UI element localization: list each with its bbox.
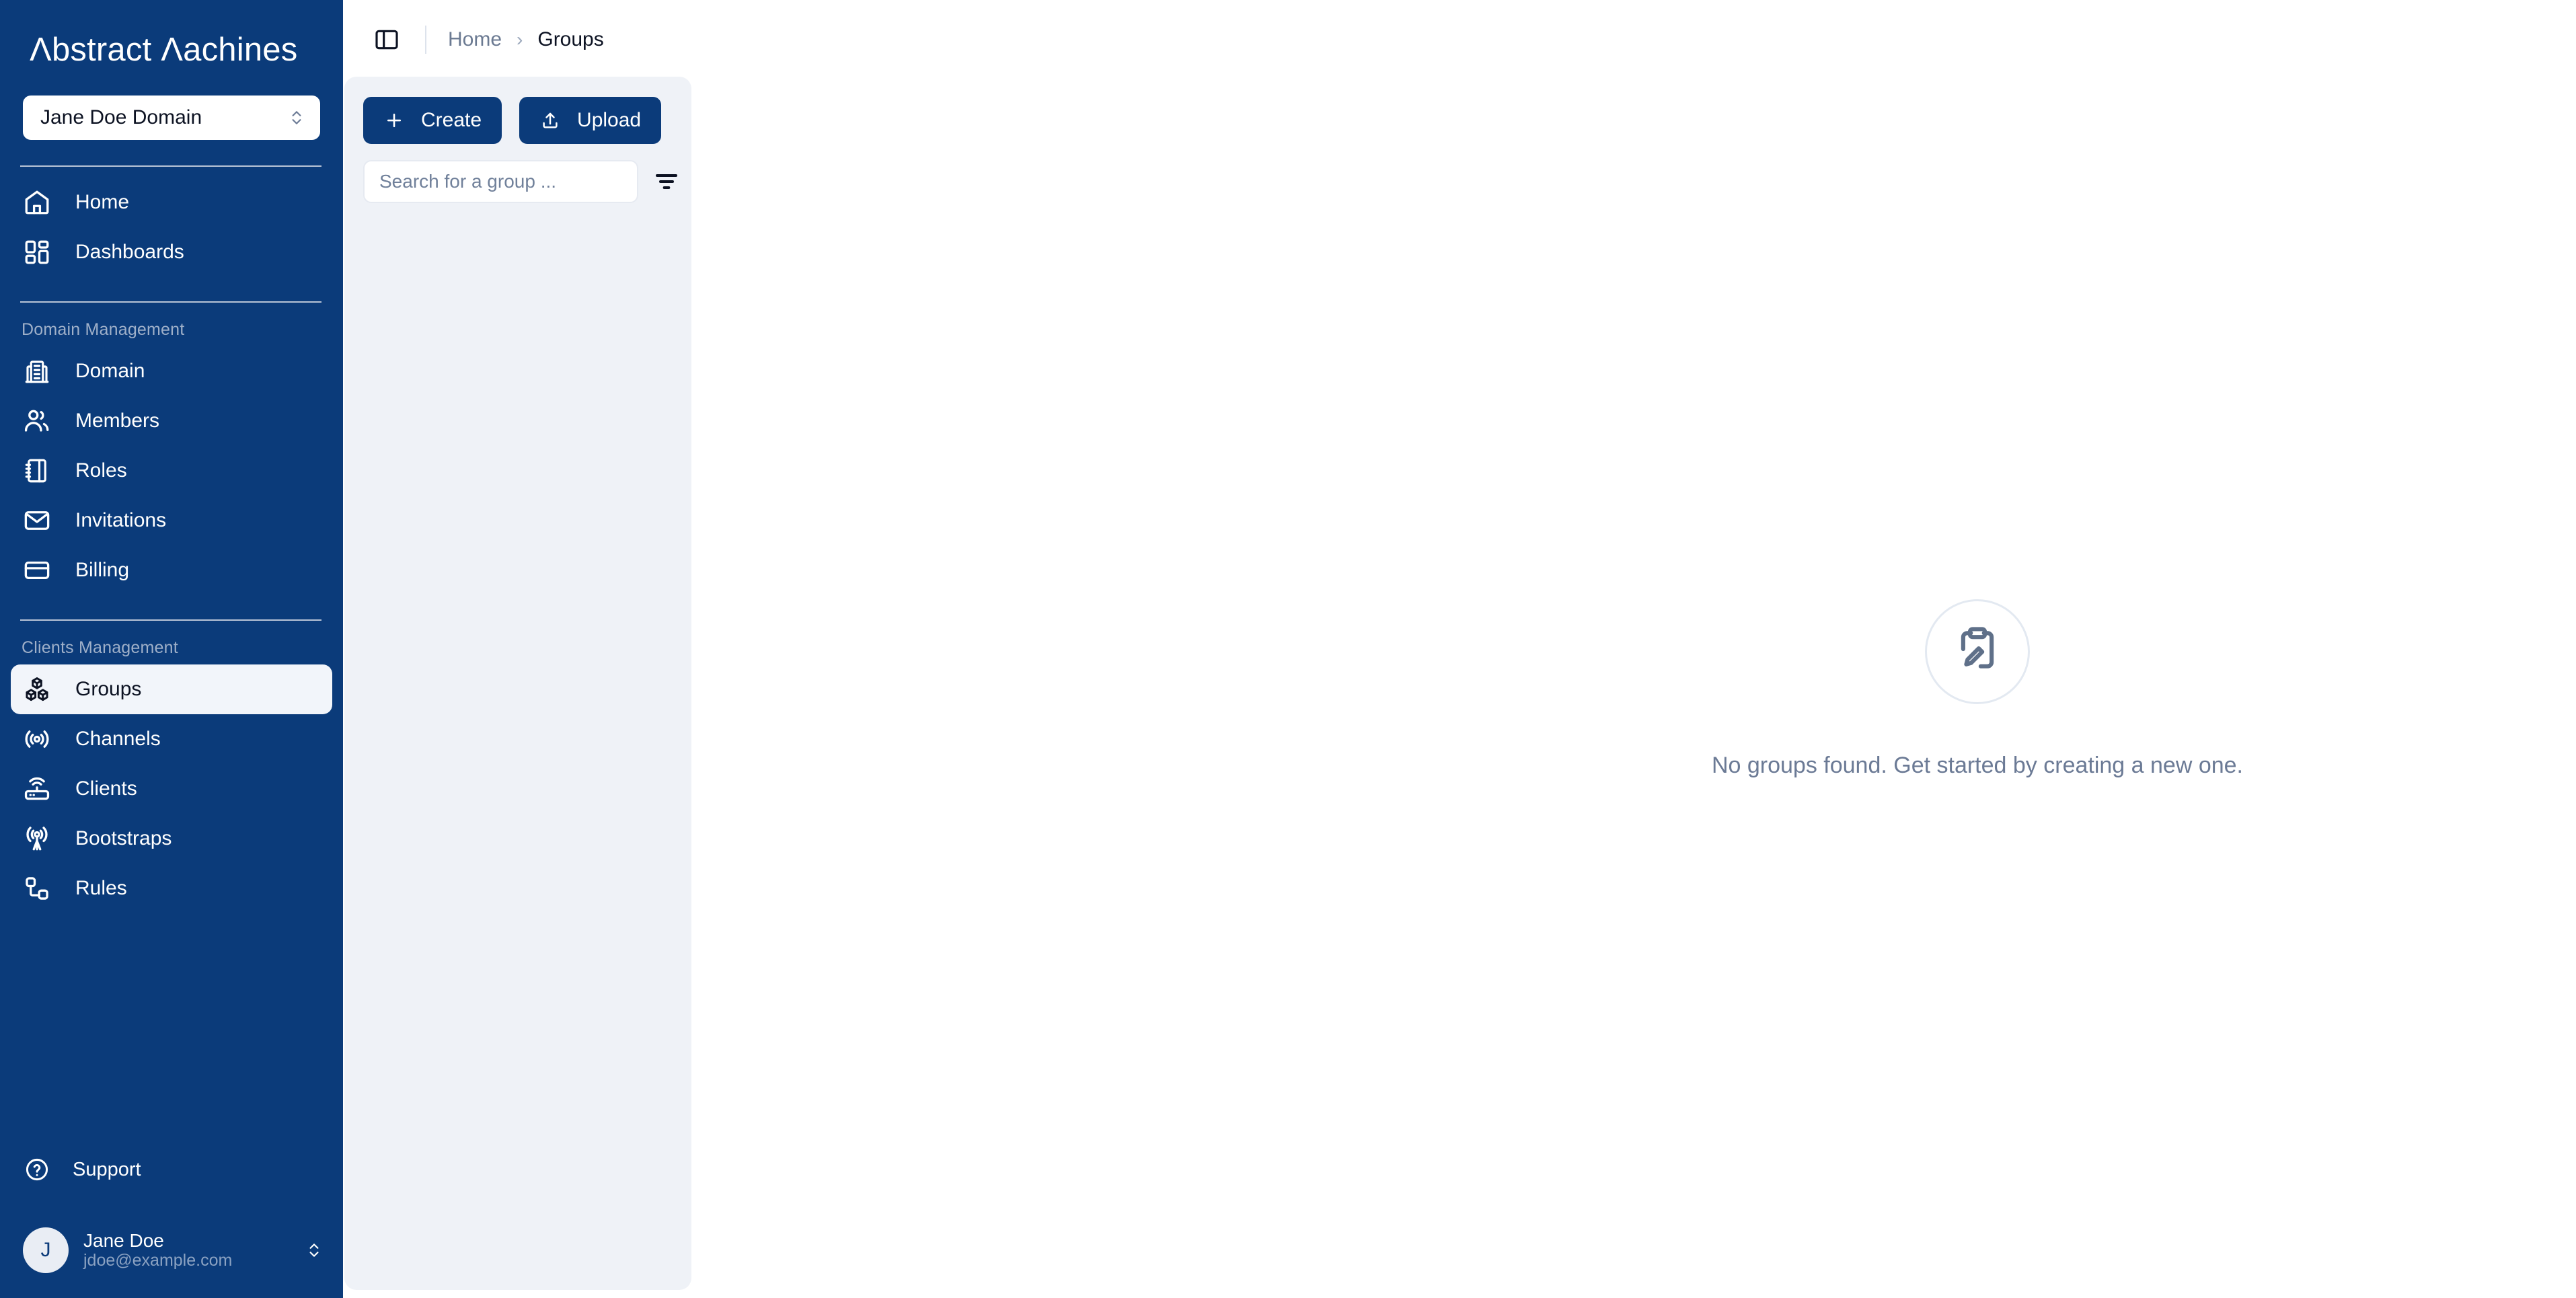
building-icon xyxy=(22,356,52,387)
sidebar-item-label: Domain xyxy=(75,360,145,382)
domain-selector[interactable]: Jane Doe Domain xyxy=(23,96,320,140)
chevron-right-icon: › xyxy=(517,29,523,50)
domain-selector-value: Jane Doe Domain xyxy=(40,106,202,128)
sidebar-item-clients[interactable]: Clients xyxy=(11,764,332,814)
antenna-icon xyxy=(22,823,52,854)
sidebar-item-label: Channels xyxy=(75,728,161,750)
topbar: Home › Groups xyxy=(343,0,2576,79)
sidebar-item-label: Billing xyxy=(75,559,130,581)
sidebar-item-members[interactable]: Members xyxy=(11,396,332,446)
sidebar-item-label: Members xyxy=(75,410,160,432)
support-label: Support xyxy=(73,1158,141,1180)
upload-button-label: Upload xyxy=(577,109,642,131)
notebook-icon xyxy=(22,455,52,486)
user-email: jdoe@example.com xyxy=(83,1251,233,1270)
search-row xyxy=(363,160,677,203)
sidebar-item-bootstraps[interactable]: Bootstraps xyxy=(11,814,332,864)
sidebar-item-label: Rules xyxy=(75,877,127,899)
sidebar-section-label-clients-management: Clients Management xyxy=(22,638,178,657)
brand-logo-text: Λbstract Λachines xyxy=(30,31,343,69)
sidebar-item-domain[interactable]: Domain xyxy=(11,346,332,396)
sidebar-divider-domain xyxy=(20,301,321,303)
dashboards-grid-icon xyxy=(22,237,52,268)
breadcrumb-item-home[interactable]: Home xyxy=(448,28,502,51)
sidebar-item-billing[interactable]: Billing xyxy=(11,545,332,595)
sidebar-item-label: Groups xyxy=(75,678,142,700)
sidebar-item-label: Home xyxy=(75,191,130,213)
user-profile-menu[interactable]: J Jane Doe jdoe@example.com xyxy=(0,1213,343,1287)
sidebar-domain-nav: Domain Members Roles Invitations Billing xyxy=(0,346,343,595)
upload-button[interactable]: Upload xyxy=(519,97,662,144)
users-icon xyxy=(22,406,52,436)
user-name: Jane Doe xyxy=(83,1229,164,1251)
boxes-icon xyxy=(22,674,52,705)
brand-logo-tail: achines xyxy=(183,32,298,68)
chevron-up-down-icon xyxy=(305,1239,323,1262)
clipboard-pen-icon xyxy=(1951,623,2004,679)
groups-toolbar-inner: Create Upload xyxy=(344,77,691,203)
create-button[interactable]: Create xyxy=(363,97,502,144)
sidebar-section-label-domain-management: Domain Management xyxy=(22,320,185,339)
sidebar-item-label: Roles xyxy=(75,459,127,482)
brand-logo-a: Λ xyxy=(30,32,52,68)
chevron-up-down-icon xyxy=(288,106,305,129)
router-icon xyxy=(22,773,52,804)
groups-empty-state: No groups found. Get started by creating… xyxy=(1036,79,2576,1298)
home-icon xyxy=(22,187,52,218)
breadcrumb-item-groups: Groups xyxy=(537,28,604,50)
sidebar-divider-clients xyxy=(20,619,321,621)
brand-logo[interactable]: Λbstract Λachines xyxy=(0,0,343,79)
app-root: Λbstract Λachines Jane Doe Domain Home D… xyxy=(0,0,2576,1298)
avatar: J xyxy=(23,1227,69,1273)
search-input[interactable] xyxy=(363,160,638,203)
sidebar-item-roles[interactable]: Roles xyxy=(11,446,332,496)
sidebar-item-dashboards[interactable]: Dashboards xyxy=(11,227,332,277)
empty-state-icon-circle xyxy=(1925,599,2030,704)
sidebar-item-channels[interactable]: Channels xyxy=(11,714,332,764)
groups-toolbar-panel: Create Upload xyxy=(344,77,691,1290)
breadcrumb: Home › Groups xyxy=(448,28,604,51)
help-circle-icon xyxy=(23,1155,51,1184)
brand-logo-m: Λ xyxy=(161,32,184,68)
sidebar: Λbstract Λachines Jane Doe Domain Home D… xyxy=(0,0,343,1298)
brand-logo-rest: bstract xyxy=(51,32,161,68)
toolbar-button-row: Create Upload xyxy=(363,97,673,144)
credit-card-icon xyxy=(22,555,52,586)
sidebar-divider-top xyxy=(20,165,321,167)
main-area: Home › Groups Create Upload Search for a… xyxy=(343,0,2576,1298)
sidebar-clients-nav: Groups Channels Clients Bootstraps Rules xyxy=(0,664,343,913)
filter-icon[interactable] xyxy=(653,165,680,198)
sidebar-item-label: Dashboards xyxy=(75,241,184,263)
rules-nodes-icon xyxy=(22,873,52,904)
upload-icon xyxy=(539,110,561,131)
support-link[interactable]: Support xyxy=(11,1146,332,1193)
create-button-label: Create xyxy=(421,109,482,131)
user-meta: Jane Doe jdoe@example.com xyxy=(83,1230,305,1270)
sidebar-primary-nav: Home Dashboards xyxy=(0,167,343,277)
sidebar-item-label: Bootstraps xyxy=(75,827,172,849)
sidebar-item-groups[interactable]: Groups xyxy=(11,664,332,714)
sidebar-item-home[interactable]: Home xyxy=(11,178,332,227)
empty-state-message: No groups found. Get started by creating… xyxy=(1711,752,2244,778)
sidebar-item-label: Invitations xyxy=(75,509,167,531)
plus-icon xyxy=(383,110,405,131)
topbar-separator xyxy=(425,26,426,54)
sidebar-item-invitations[interactable]: Invitations xyxy=(11,496,332,545)
panel-toggle-icon[interactable] xyxy=(371,24,402,55)
sidebar-item-label: Clients xyxy=(75,777,137,800)
sidebar-item-rules[interactable]: Rules xyxy=(11,864,332,913)
broadcast-icon xyxy=(22,724,52,755)
envelope-icon xyxy=(22,505,52,536)
